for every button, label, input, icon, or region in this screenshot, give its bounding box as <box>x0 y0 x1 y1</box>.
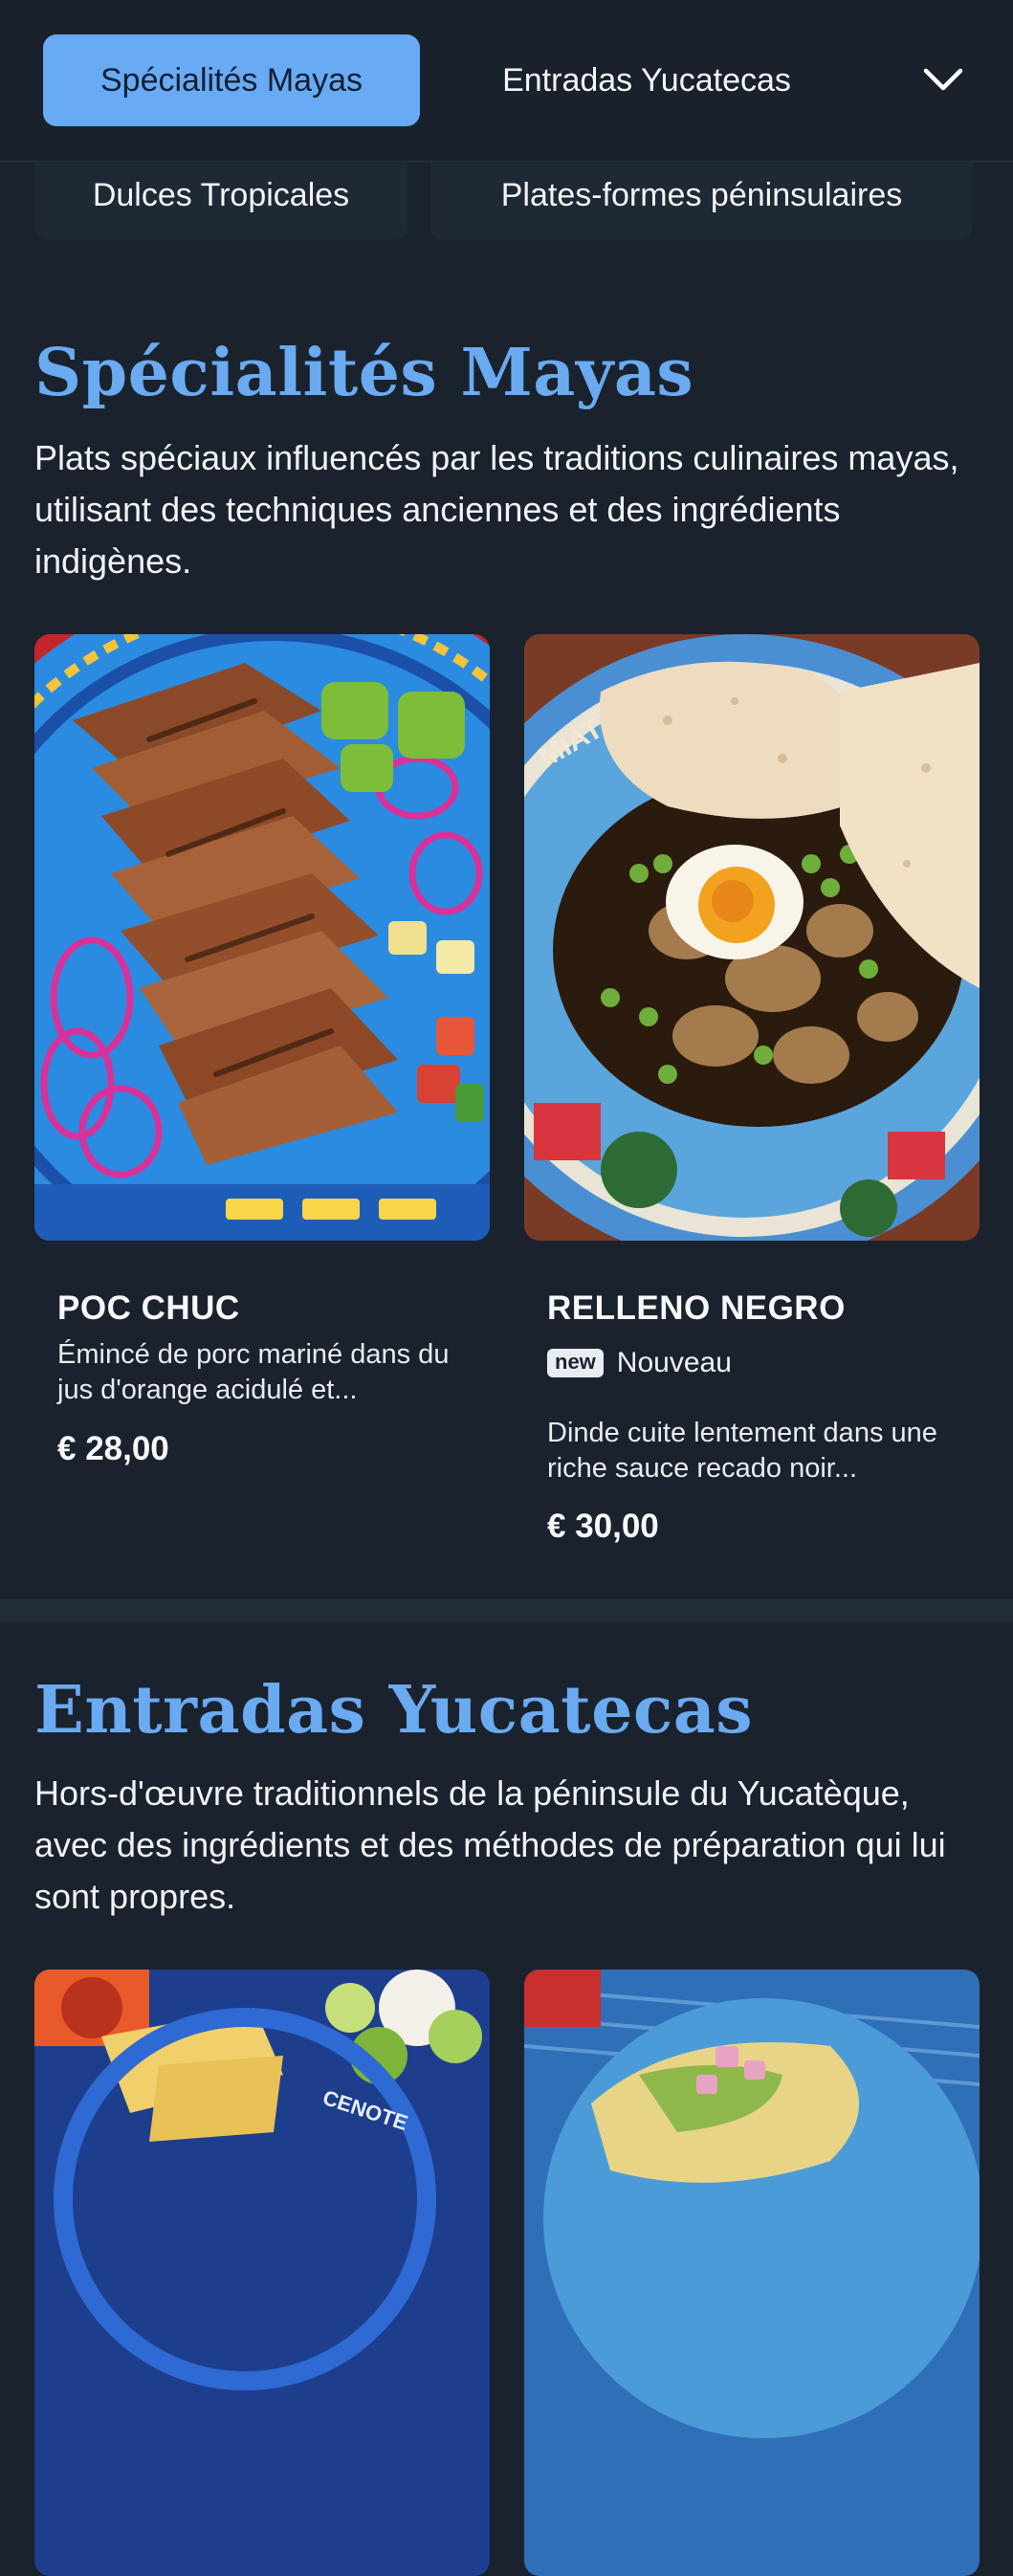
section-divider <box>0 1599 1013 1622</box>
section-title: Spécialités Mayas <box>34 335 694 411</box>
new-badge: new <box>547 1349 604 1377</box>
new-badge-row: new Nouveau <box>547 1347 732 1379</box>
new-badge-label: Nouveau <box>616 1347 732 1378</box>
entrada-image[interactable]: CENOTE <box>34 1970 490 2576</box>
section-description: Plats spéciaux influencés par les tradit… <box>34 438 959 581</box>
tab-specialites-mayas[interactable]: Spécialités Mayas <box>43 34 420 126</box>
item-description: Dinde cuite lentement dans une riche sau… <box>547 1418 937 1484</box>
item-name[interactable]: POC CHUC <box>57 1289 240 1328</box>
chevron-down-icon[interactable] <box>920 57 966 103</box>
item-description: Émincé de porc mariné dans du jus d'oran… <box>57 1339 450 1405</box>
section-title: Entradas Yucatecas <box>34 1672 754 1749</box>
poc-chuc-image[interactable] <box>34 634 490 1241</box>
section-description: Hors-d'œuvre traditionnels de la péninsu… <box>34 1773 946 1916</box>
tab-entradas-yucatecas[interactable]: Entradas Yucatecas <box>450 34 844 126</box>
item-name[interactable]: RELLENO NEGRO <box>547 1289 846 1328</box>
relleno-negro-image[interactable]: MIAT <box>524 634 980 1241</box>
item-price: € 28,00 <box>57 1430 169 1467</box>
category-nav: Spécialités Mayas Entradas Yucatecas <box>0 0 1013 163</box>
item-price: € 30,00 <box>547 1508 659 1545</box>
entrada-image[interactable] <box>524 1970 980 2576</box>
